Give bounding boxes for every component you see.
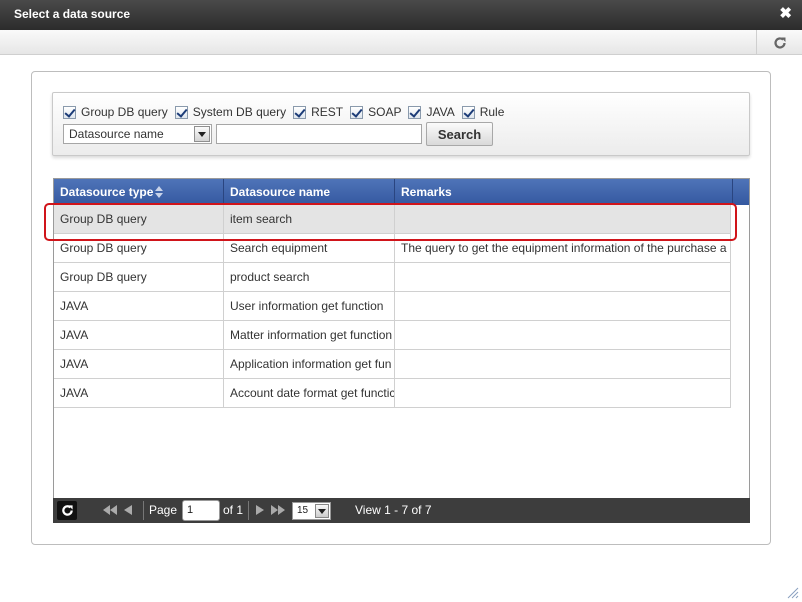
grid-refresh-button[interactable] [57, 501, 77, 520]
cell-remarks [395, 321, 731, 349]
checkbox-checked-icon[interactable] [63, 105, 76, 119]
table-row[interactable]: JAVA Application information get fun [54, 350, 731, 379]
checkbox-label: System DB query [192, 105, 287, 119]
cell-type: JAVA [54, 350, 224, 378]
checkbox-system-db-query[interactable]: System DB query [174, 105, 287, 119]
cell-type: JAVA [54, 321, 224, 349]
chevron-down-icon[interactable] [315, 504, 329, 518]
checkbox-java[interactable]: JAVA [408, 105, 455, 119]
datasource-grid: Datasource type Datasource name Remarks … [53, 178, 750, 523]
page-count: of 1 [223, 503, 244, 517]
cell-name: Account date format get functic [224, 379, 395, 407]
column-header-name[interactable]: Datasource name [224, 179, 395, 205]
rows-per-page-value: 15 [297, 505, 309, 516]
table-row[interactable]: Group DB query item search [54, 205, 731, 234]
cell-name: Search equipment [224, 234, 395, 262]
column-header-remarks[interactable]: Remarks [395, 179, 733, 205]
checkbox-soap[interactable]: SOAP [350, 105, 401, 119]
cell-remarks [395, 263, 731, 291]
table-row[interactable]: JAVA Matter information get function [54, 321, 731, 350]
cell-type: Group DB query [54, 234, 224, 262]
cell-remarks [395, 205, 731, 233]
next-page-icon[interactable] [256, 505, 264, 515]
cell-type: Group DB query [54, 263, 224, 291]
checkbox-checked-icon[interactable] [293, 105, 307, 119]
checkbox-label: Group DB query [81, 105, 168, 119]
cell-type: JAVA [54, 379, 224, 407]
cell-name: User information get function [224, 292, 395, 320]
cell-type: JAVA [54, 292, 224, 320]
search-button[interactable]: Search [426, 122, 493, 146]
type-checkboxes: Group DB query System DB query REST SOAP… [63, 104, 511, 120]
page-label: Page [149, 503, 178, 517]
checkbox-label: SOAP [368, 105, 402, 119]
table-row[interactable]: Group DB query Search equipment The quer… [54, 234, 731, 263]
window-title: Select a data source [14, 7, 131, 21]
checkbox-label: JAVA [426, 105, 455, 119]
pager-bar: Page 1 of 1 15 View 1 - 7 of 7 [53, 498, 750, 523]
search-field-select-value: Datasource name [69, 127, 164, 141]
cell-type: Group DB query [54, 205, 224, 233]
checkbox-checked-icon[interactable] [461, 105, 475, 119]
dialog-toolbar [0, 30, 802, 55]
checkbox-group-db-query[interactable]: Group DB query [63, 105, 168, 119]
grid-rows: Group DB query item search Group DB quer… [54, 205, 731, 408]
separator [248, 501, 249, 520]
checkbox-label: Rule [479, 105, 505, 119]
cell-remarks [395, 379, 731, 407]
cell-remarks [395, 292, 731, 320]
table-row[interactable]: JAVA Account date format get functic [54, 379, 731, 408]
column-header-type[interactable]: Datasource type [54, 179, 224, 205]
refresh-icon [61, 505, 73, 516]
search-field-select[interactable]: Datasource name [63, 124, 212, 144]
cell-name: Application information get fun [224, 350, 395, 378]
grid-header: Datasource type Datasource name Remarks [54, 179, 749, 205]
first-page-icon[interactable] [103, 505, 117, 515]
chevron-down-icon[interactable] [194, 126, 210, 142]
checkbox-checked-icon[interactable] [408, 105, 422, 119]
previous-page-icon[interactable] [124, 505, 132, 515]
rows-per-page-select[interactable]: 15 [292, 502, 331, 520]
cell-name: Matter information get function [224, 321, 395, 349]
cell-name: product search [224, 263, 395, 291]
last-page-icon[interactable] [271, 505, 285, 515]
search-input[interactable] [216, 124, 422, 144]
close-icon[interactable]: ✖ [779, 6, 792, 22]
refresh-button[interactable] [756, 30, 802, 55]
checkbox-checked-icon[interactable] [174, 105, 188, 119]
refresh-icon [773, 36, 786, 49]
cell-remarks [395, 350, 731, 378]
view-records-text: View 1 - 7 of 7 [355, 503, 432, 517]
sort-icon[interactable] [155, 185, 164, 198]
resize-grip-icon[interactable] [787, 587, 799, 599]
column-header-label: Datasource type [60, 185, 154, 199]
table-row[interactable]: Group DB query product search [54, 263, 731, 292]
column-header-label: Datasource name [230, 185, 331, 199]
cell-remarks: The query to get the equipment informati… [395, 234, 731, 262]
column-header-label: Remarks [401, 185, 452, 199]
table-row[interactable]: JAVA User information get function [54, 292, 731, 321]
checkbox-rest[interactable]: REST [293, 105, 343, 119]
cell-name: item search [224, 205, 395, 233]
filter-box: Group DB query System DB query REST SOAP… [52, 92, 750, 156]
checkbox-label: REST [311, 105, 344, 119]
checkbox-rule[interactable]: Rule [461, 105, 505, 119]
page-input[interactable]: 1 [182, 500, 220, 521]
title-bar: Select a data source ✖ [0, 0, 802, 30]
separator [143, 501, 144, 520]
checkbox-checked-icon[interactable] [350, 105, 364, 119]
